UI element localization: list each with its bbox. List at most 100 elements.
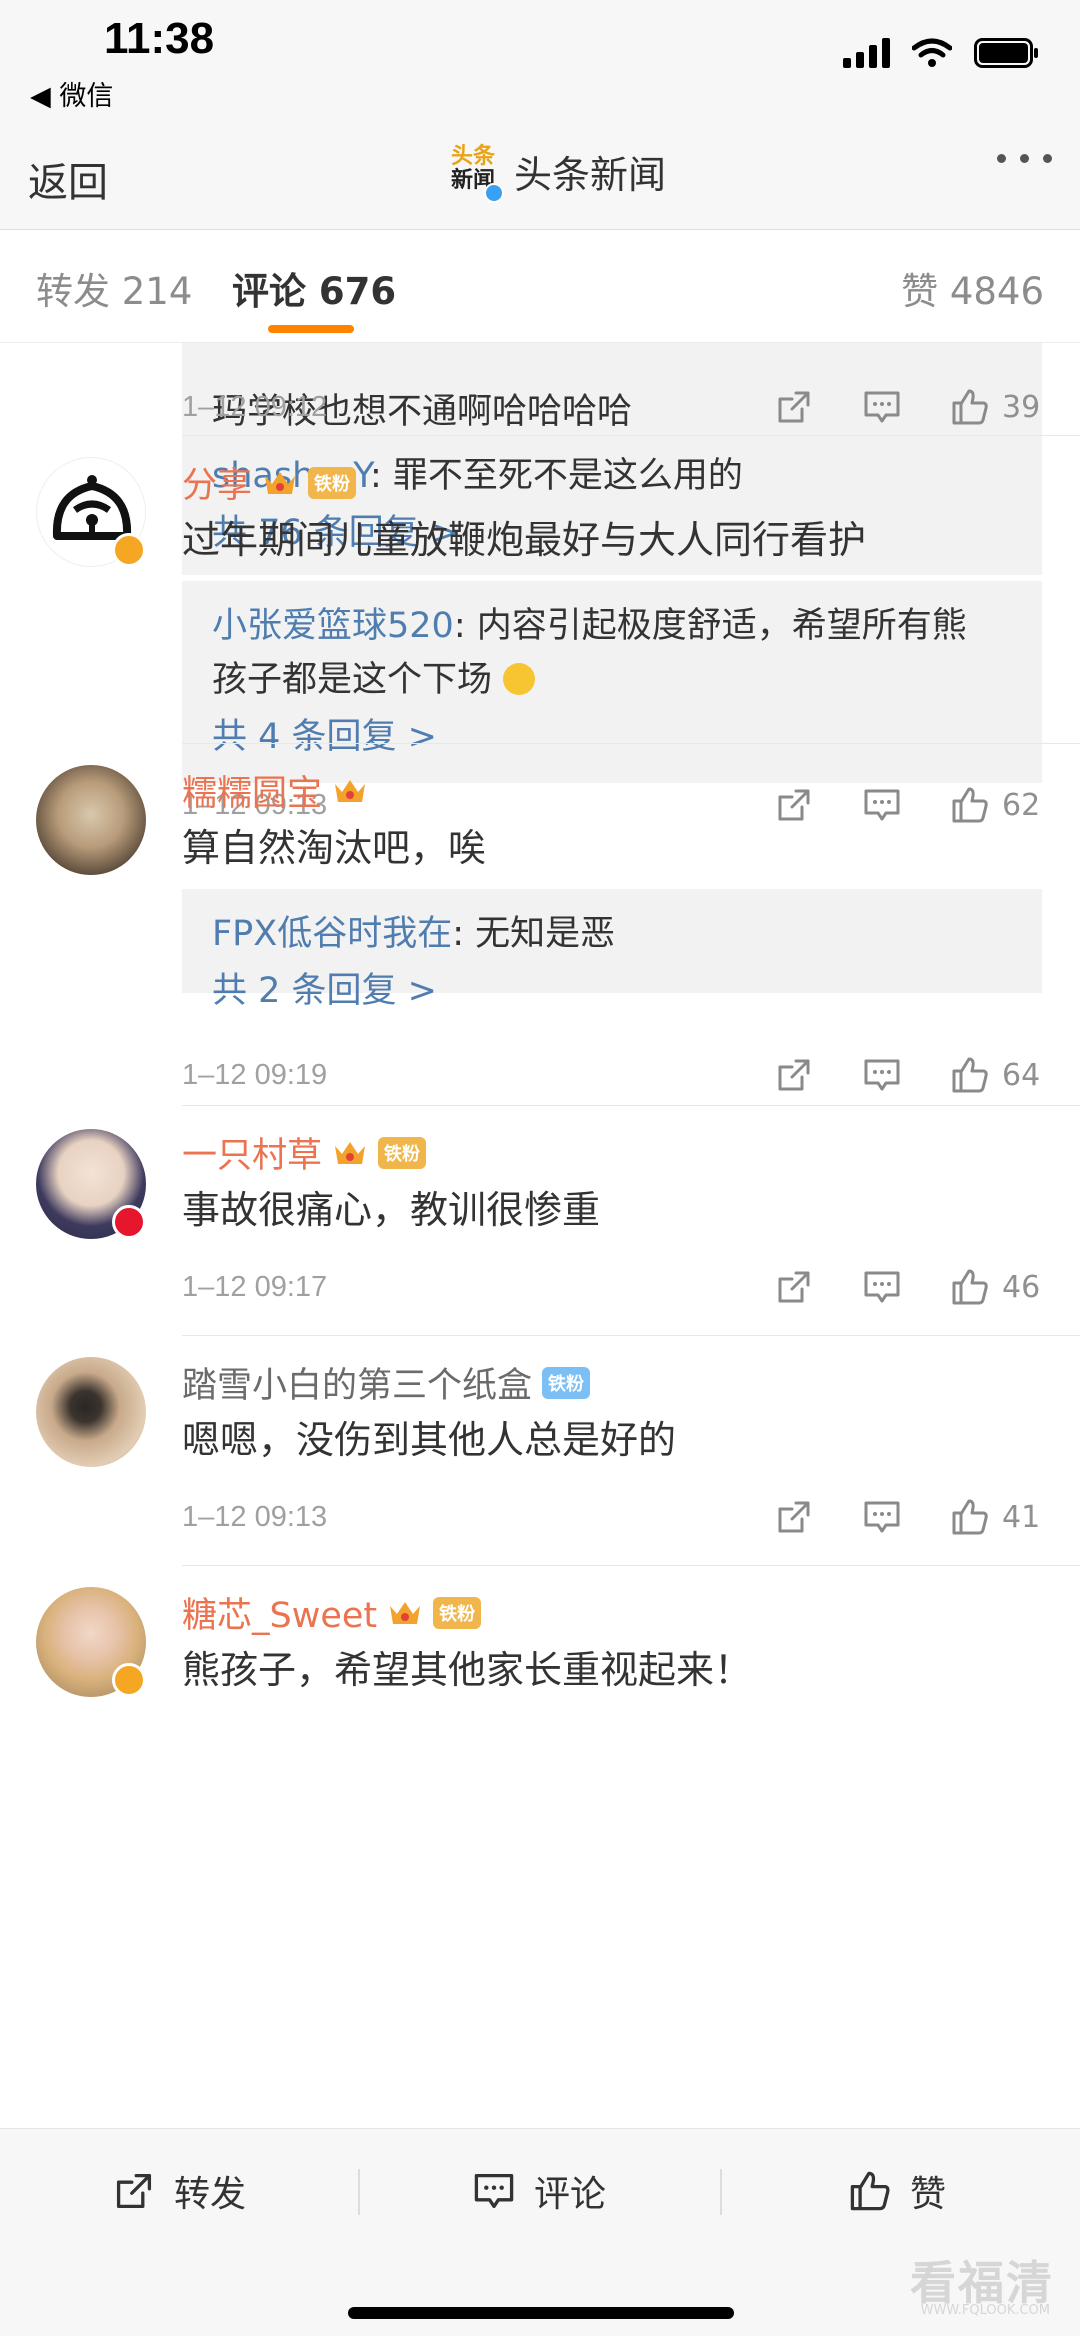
tab-likes[interactable]: 赞 4846 [901,261,1044,315]
reply-preview: 小张爱篮球520: 内容引起极度舒适，希望所有熊 [212,606,967,646]
reply-box[interactable]: FPX低谷时我在: 无知是恶 共 2 条回复 > [182,889,1042,1011]
view-replies-link[interactable]: 共 4 条回复 > [212,707,1012,767]
crown-icon [390,1601,421,1624]
like-count: 46 [1002,1269,1041,1305]
cellular-signal-icon [843,38,890,68]
divider [182,743,1080,744]
share-icon[interactable] [774,1497,814,1537]
home-indicator[interactable] [348,2307,734,2319]
comment-text: 过年期间儿童放鞭炮最好与大人同行看护 [182,518,867,562]
comment-text: 事故很痛心，教训很惨重 [182,1188,601,1232]
comment-text: 算自然淘汰吧，唉 [182,826,487,870]
comment-username[interactable]: 一只村草 [182,1127,322,1178]
battery-icon [974,38,1038,68]
more-icon[interactable] [997,154,1052,163]
crown-icon [335,1141,366,1164]
verified-red-icon [112,1205,146,1239]
like-icon[interactable] [950,387,990,427]
divider [182,1565,1080,1566]
reply-username[interactable]: 小张爱篮球520 [212,606,454,646]
reply-username[interactable]: FPX低谷时我在 [212,914,452,954]
like-icon[interactable] [950,1267,990,1307]
like-icon [850,2171,890,2211]
status-bar: 11:38 ◀ 微信 [0,0,1080,130]
repost-label: 转发 [174,2174,247,2215]
comment-feed[interactable]: 玛学校也想不通啊哈哈哈哈 shasha_Y: 罪不至死不是这么用的 共 76 条… [0,343,1080,2128]
comment-meta: 1–12 09:13 41 [182,1497,1042,1537]
verified-icon [484,182,504,203]
comment-text: 嗯嗯，没伤到其他人总是好的 [182,1418,677,1462]
like-count: 62 [1002,787,1041,823]
fan-badge: 铁粉 [433,1596,482,1629]
like-count: 41 [1002,1499,1041,1535]
reply-icon[interactable] [862,387,902,427]
avatar[interactable] [36,765,146,875]
comment-header: 糖芯_Sweet 铁粉 [182,1587,482,1638]
like-icon[interactable] [950,785,990,825]
reply-box[interactable]: 小张爱篮球520: 内容引起极度舒适，希望所有熊 孩子都是这个下场 共 4 条回… [182,581,1042,783]
reply-icon[interactable] [862,1267,902,1307]
bottom-toolbar: 转发 评论 赞 看福清 WWW.FQLOOK.COM [0,2128,1080,2336]
tab-comments[interactable]: 评论 676 [232,261,396,315]
like-count: 39 [1002,389,1041,425]
comment-header: 一只村草 铁粉 [182,1127,427,1178]
crown-icon [335,779,366,802]
verified-gold-icon [112,533,146,567]
active-tab-indicator [268,325,354,333]
account-title: 头条新闻 [514,153,667,197]
divider [182,435,1080,436]
crown-icon [265,471,296,494]
share-icon[interactable] [774,1267,814,1307]
divider [182,1105,1080,1106]
reply-icon[interactable] [862,1497,902,1537]
like-count: 64 [1002,1057,1041,1093]
comment-label: 评论 [534,2174,607,2215]
comment-username[interactable]: 糖芯_Sweet [182,1587,377,1638]
like-label: 赞 [910,2174,947,2215]
like-icon[interactable] [950,1055,990,1095]
comment-text: 熊孩子，希望其他家长重视起来！ [182,1648,753,1692]
watermark-url: WWW.FQLOOK.COM [920,2303,1050,2318]
account-logo: 头条 新闻 [446,144,504,203]
comment-meta: 1–12 09:19 64 [182,1055,1042,1095]
like-icon[interactable] [950,1497,990,1537]
share-icon[interactable] [774,1055,814,1095]
view-replies-link[interactable]: 共 2 条回复 > [212,961,1012,1021]
share-icon[interactable] [774,785,814,825]
fan-badge: 铁粉 [308,466,357,499]
comment-header: 踏雪小白的第三个纸盒 铁粉 [182,1357,591,1408]
laughing-emoji-icon [503,663,536,695]
status-time: 11:38 [104,14,215,63]
reply-icon[interactable] [862,785,902,825]
comment-actions: 39 [182,387,1042,427]
back-button[interactable]: 返回 [28,150,108,208]
avatar[interactable] [36,1357,146,1467]
repost-button[interactable]: 转发 [112,2129,246,2253]
reply-preview: FPX低谷时我在: 无知是恶 [212,914,616,954]
tab-bar: 转发 214 评论 676 赞 4846 [0,231,1080,343]
comment-time: 1–12 09:13 [182,1501,328,1533]
comment-username[interactable]: 踏雪小白的第三个纸盒 [182,1357,532,1408]
comment-header: 分享 铁粉 [182,457,357,508]
comment-meta: 1–12 09:17 46 [182,1267,1042,1307]
fan-badge: 铁粉 [542,1366,591,1399]
back-to-wechat[interactable]: ◀ 微信 [30,74,113,113]
comment-button[interactable]: 评论 [472,2129,606,2253]
nav-bar: 返回 头条 新闻 头条新闻 [0,130,1080,230]
comment-header: 糯糯圆宝 [182,765,368,816]
account-header[interactable]: 头条 新闻 头条新闻 [446,144,667,203]
comment-username[interactable]: 糯糯圆宝 [182,765,322,816]
status-icons [843,38,1040,68]
toolbar-divider [720,2169,722,2215]
share-icon[interactable] [774,387,814,427]
comment-time: 1–12 09:17 [182,1271,328,1303]
toolbar-divider [358,2169,360,2215]
comment-time: 1–12 09:19 [182,1059,328,1091]
tab-repost[interactable]: 转发 214 [36,261,192,315]
wifi-icon [912,38,952,67]
comment-username[interactable]: 分享 [182,457,252,508]
verified-gold-icon [112,1663,146,1697]
like-button[interactable]: 赞 [848,2129,946,2253]
comment-icon [474,2173,514,2209]
reply-icon[interactable] [862,1055,902,1095]
